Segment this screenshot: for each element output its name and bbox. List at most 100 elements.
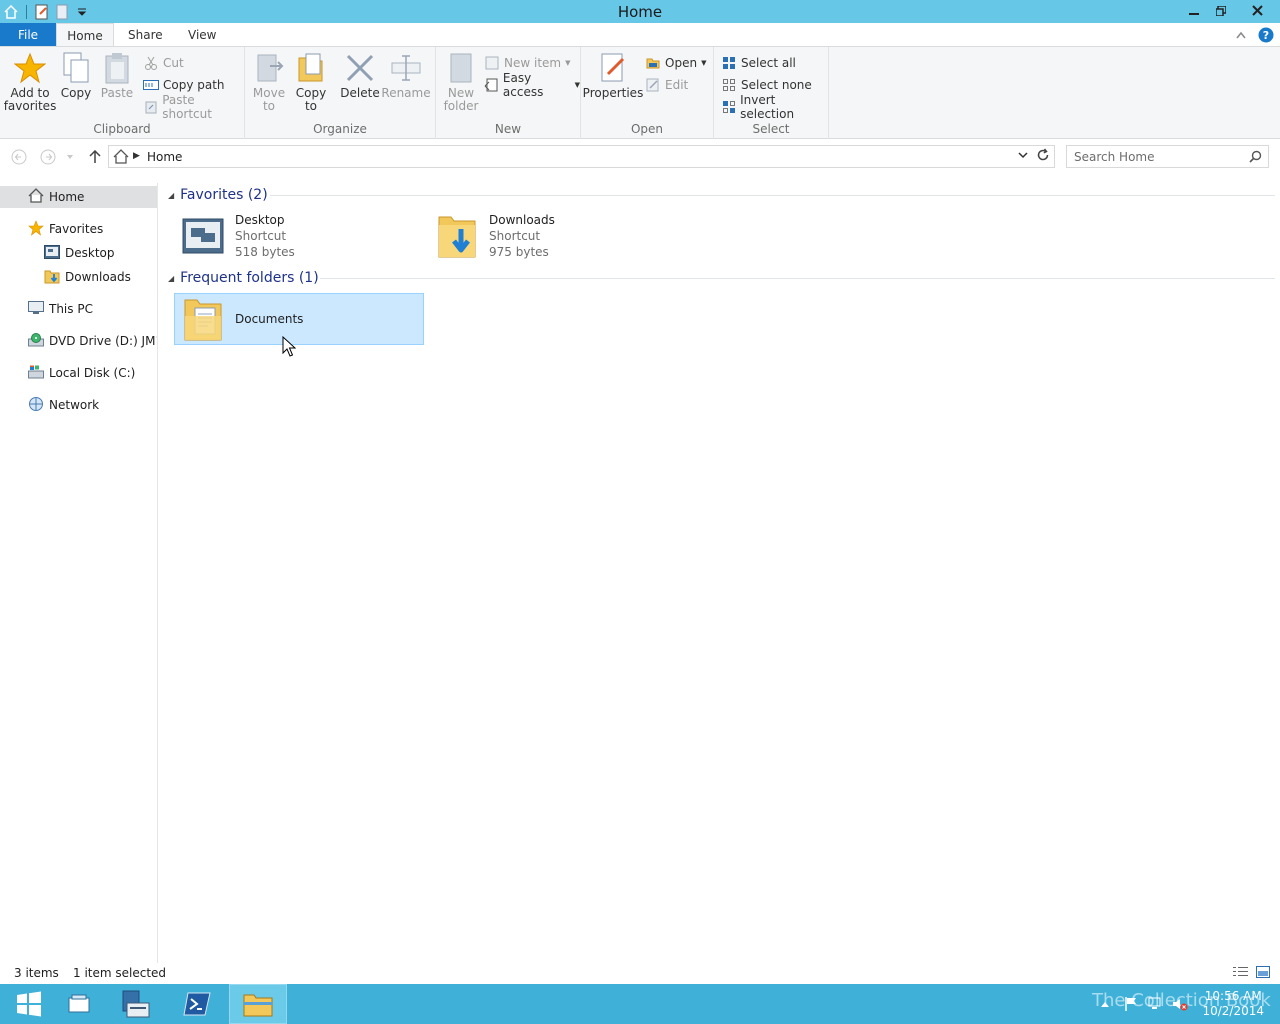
paste-button[interactable]: Paste	[100, 51, 134, 100]
tab-home[interactable]: Home	[56, 23, 114, 47]
invert-selection-icon	[721, 99, 736, 115]
collapse-triangle-icon: ◢	[168, 190, 175, 200]
dvd-drive-icon	[28, 332, 44, 350]
clipboard-group: Add to favorites Copy Paste Cut Copy pat…	[0, 47, 245, 139]
up-button[interactable]	[86, 148, 104, 166]
nav-item-this-pc[interactable]: This PC	[28, 298, 93, 320]
new-folder-button[interactable]: New folder	[444, 51, 478, 113]
select-none-button[interactable]: Select none	[721, 75, 812, 95]
new-folder-icon	[445, 51, 477, 85]
back-button[interactable]	[10, 148, 28, 166]
nav-item-favorites[interactable]: Favorites	[28, 218, 103, 240]
search-box	[1066, 145, 1269, 168]
tile-downloads-name: Downloads	[489, 213, 555, 227]
open-label: Open	[665, 56, 698, 70]
tile-desktop-size: 518 bytes	[235, 245, 295, 259]
copy-label: Copy	[60, 86, 92, 100]
copy-button[interactable]: Copy	[60, 51, 92, 100]
forward-button[interactable]	[39, 148, 57, 166]
nav-item-dvd-drive[interactable]: DVD Drive (D:) JM1_S	[28, 330, 157, 352]
move-to-button[interactable]: Move to	[253, 51, 285, 113]
copy-to-label: Copy to	[295, 86, 327, 113]
rename-button[interactable]: Rename	[381, 51, 431, 100]
home-location-icon	[113, 149, 129, 167]
breadcrumb-home[interactable]: Home	[147, 150, 182, 164]
nav-item-this-pc-label: This PC	[49, 302, 93, 316]
open-group: Properties Open ▼ Edit Open	[581, 47, 714, 139]
frequent-section-header[interactable]: ◢ Frequent folders (1)	[168, 270, 319, 286]
large-icons-view-icon[interactable]	[1256, 966, 1270, 978]
nav-item-favorites-label: Favorites	[49, 222, 104, 236]
edit-button[interactable]: Edit	[645, 75, 688, 95]
search-icon[interactable]	[1249, 150, 1262, 166]
tile-documents[interactable]: Documents	[174, 293, 424, 345]
delete-label: Delete	[340, 86, 380, 100]
close-button[interactable]	[1234, 0, 1280, 21]
select-all-label: Select all	[741, 56, 796, 70]
network-icon	[28, 396, 44, 415]
clock-date: 10/2/2014	[1202, 1004, 1264, 1018]
tile-documents-name: Documents	[235, 312, 304, 326]
downloads-shortcut-icon	[433, 212, 481, 260]
copy-to-button[interactable]: Copy to	[295, 51, 327, 113]
add-to-favorites-button[interactable]: Add to favorites	[4, 51, 56, 113]
restore-button[interactable]	[1207, 0, 1234, 21]
copy-path-button[interactable]: Copy path	[143, 75, 225, 95]
select-group-label: Select	[752, 122, 790, 136]
recent-locations-button[interactable]	[64, 148, 76, 166]
minimize-button[interactable]	[1180, 0, 1207, 21]
address-history-icon[interactable]	[1018, 151, 1028, 159]
nav-item-network[interactable]: Network	[28, 394, 99, 416]
volume-muted-icon[interactable]	[1172, 997, 1188, 1011]
nav-item-local-disk-label: Local Disk (C:)	[49, 366, 136, 380]
server-manager-button[interactable]	[106, 984, 164, 1024]
tile-downloads[interactable]: Downloads Shortcut 975 bytes	[429, 210, 679, 262]
nav-item-downloads-label: Downloads	[65, 270, 131, 284]
status-bar: 3 items 1 item selected	[0, 963, 1280, 984]
select-all-button[interactable]: Select all	[721, 53, 796, 73]
cut-button[interactable]: Cut	[143, 53, 184, 73]
nav-item-home[interactable]: Home	[0, 186, 157, 208]
easy-access-button[interactable]: Easy access ▼	[484, 71, 580, 99]
show-hidden-icons-icon[interactable]	[1100, 1000, 1110, 1008]
select-none-icon	[721, 77, 737, 93]
nav-item-desktop[interactable]: Desktop	[44, 242, 115, 264]
copy-to-icon	[295, 51, 327, 85]
powershell-button[interactable]	[168, 984, 226, 1024]
task-view-button[interactable]	[50, 984, 108, 1024]
paste-shortcut-button[interactable]: Paste shortcut	[143, 93, 244, 121]
tab-file[interactable]: File	[0, 23, 56, 47]
invert-selection-label: Invert selection	[740, 93, 795, 121]
open-button[interactable]: Open ▼	[645, 53, 706, 73]
tab-view[interactable]: View	[178, 23, 226, 47]
address-bar[interactable]: ▶ Home	[108, 145, 1055, 168]
scissors-icon	[143, 55, 159, 71]
easy-access-label: Easy access	[502, 71, 544, 99]
search-input[interactable]	[1067, 146, 1237, 167]
tile-downloads-size: 975 bytes	[489, 245, 549, 259]
action-center-flag-icon[interactable]	[1124, 996, 1138, 1012]
delete-button[interactable]: Delete	[340, 51, 380, 100]
tab-share[interactable]: Share	[118, 23, 173, 47]
clock[interactable]: 10:56 AM 10/2/2014	[1202, 989, 1264, 1019]
new-item-icon	[484, 55, 500, 71]
status-selection: 1 item selected	[73, 966, 167, 980]
nav-item-downloads[interactable]: Downloads	[44, 266, 131, 288]
new-item-dropdown-icon: ▼	[565, 59, 571, 67]
nav-item-local-disk[interactable]: Local Disk (C:)	[28, 362, 135, 384]
new-item-button[interactable]: New item ▼	[484, 53, 571, 73]
favorites-section-header[interactable]: ◢ Favorites (2)	[168, 187, 268, 203]
properties-button[interactable]: Properties	[583, 51, 643, 100]
refresh-icon[interactable]	[1036, 148, 1050, 162]
tile-desktop[interactable]: Desktop Shortcut 518 bytes	[175, 210, 425, 262]
select-none-label: Select none	[741, 78, 812, 92]
collapse-ribbon-icon[interactable]	[1236, 31, 1246, 39]
details-view-icon[interactable]	[1233, 966, 1248, 978]
computer-icon	[28, 300, 44, 318]
file-explorer-taskbar-button[interactable]	[229, 984, 287, 1024]
help-icon[interactable]: ?	[1258, 27, 1274, 43]
breadcrumb-separator-icon[interactable]: ▶	[133, 151, 140, 161]
invert-selection-button[interactable]: Invert selection	[721, 93, 828, 121]
network-tray-icon[interactable]	[1148, 997, 1164, 1011]
paste-label: Paste	[100, 86, 134, 100]
